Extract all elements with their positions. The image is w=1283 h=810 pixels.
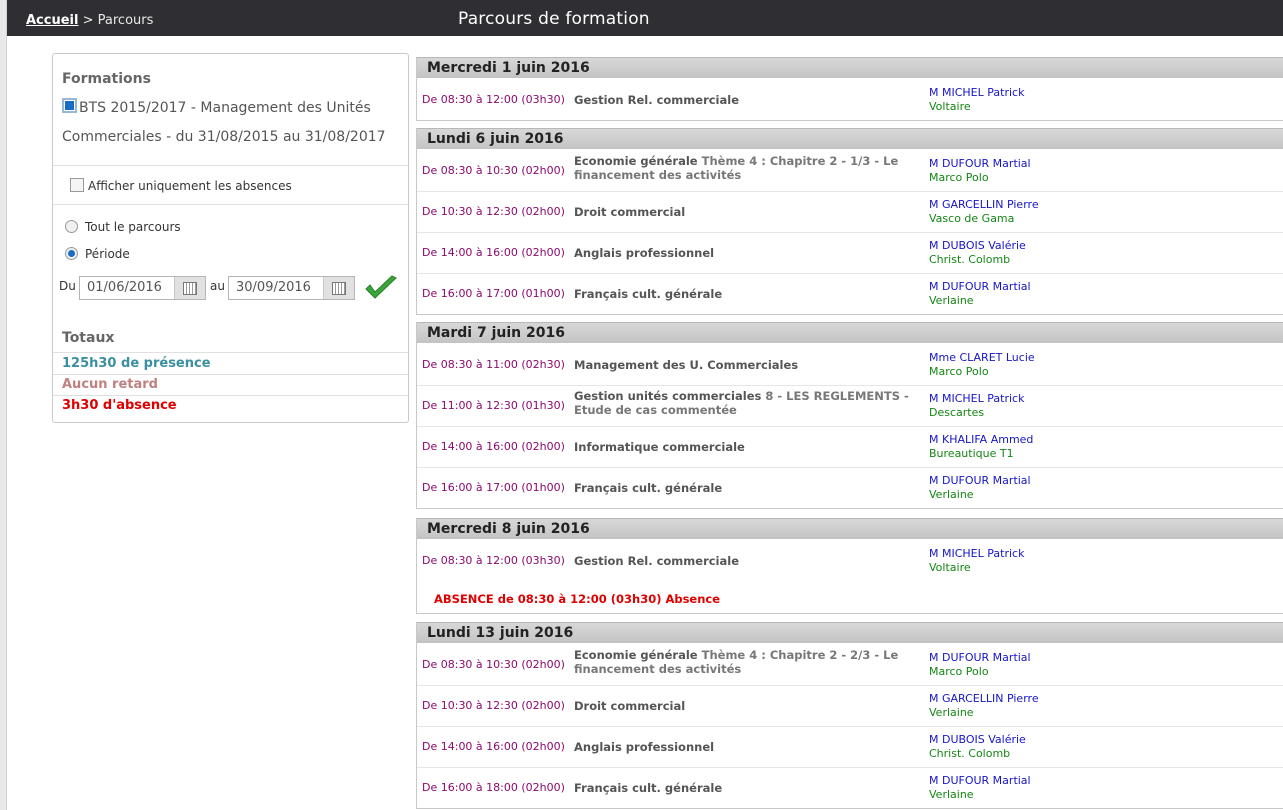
breadcrumb-separator: > (78, 13, 98, 28)
total-retard: Aucun retard (62, 377, 158, 392)
radio-all-option[interactable]: Tout le parcours (65, 220, 181, 234)
divider (53, 204, 408, 205)
day-frame (416, 128, 1283, 315)
total-presence: 125h30 de présence (62, 356, 211, 371)
calendar-from-button[interactable] (174, 277, 205, 299)
date-to-value: 30/09/2016 (236, 280, 311, 295)
radio-period-option[interactable]: Période (65, 247, 130, 261)
formation-item[interactable]: BTS 2015/2017 - Management des Unités Co… (62, 94, 397, 152)
divider (53, 395, 408, 396)
du-label: Du (59, 279, 76, 293)
breadcrumb-home-link[interactable]: Accueil (26, 13, 78, 28)
divider (53, 374, 408, 375)
window-left-edge (0, 0, 7, 810)
day-frame (416, 57, 1283, 121)
radio-all[interactable] (65, 220, 78, 233)
radio-all-label: Tout le parcours (85, 220, 181, 234)
breadcrumb: Accueil > Parcours (26, 13, 153, 28)
totaux-title: Totaux (62, 330, 115, 346)
absences-only-label: Afficher uniquement les absences (88, 179, 292, 193)
schedule-list: Mercredi 1 juin 2016 De 08:30 à 12:00 (03… (416, 53, 1283, 810)
page-title: Parcours de formation (458, 9, 650, 29)
formation-checkbox[interactable] (62, 98, 77, 113)
date-to-field[interactable]: 30/09/2016 (228, 276, 355, 300)
calendar-icon (332, 282, 346, 295)
radio-period-label: Période (85, 247, 130, 261)
formations-title: Formations (62, 71, 151, 87)
divider (53, 352, 408, 353)
total-absence: 3h30 d'absence (62, 398, 177, 413)
day-frame (416, 518, 1283, 614)
divider (53, 165, 408, 166)
day-frame (416, 622, 1283, 809)
validate-check-icon[interactable] (364, 275, 398, 301)
au-label: au (210, 279, 225, 293)
calendar-to-button[interactable] (323, 277, 354, 299)
filter-panel: Formations BTS 2015/2017 - Management de… (52, 53, 409, 423)
date-from-field[interactable]: 01/06/2016 (79, 276, 206, 300)
top-bar: Accueil > Parcours Parcours de formation (7, 0, 1283, 36)
absences-only-option[interactable]: Afficher uniquement les absences (70, 178, 292, 193)
absences-only-checkbox[interactable] (70, 178, 84, 192)
date-from-value: 01/06/2016 (87, 280, 162, 295)
radio-period[interactable] (65, 247, 78, 260)
formation-label: BTS 2015/2017 - Management des Unités Co… (62, 100, 386, 145)
calendar-icon (183, 282, 197, 295)
breadcrumb-current: Parcours (97, 13, 154, 28)
day-frame (416, 322, 1283, 509)
